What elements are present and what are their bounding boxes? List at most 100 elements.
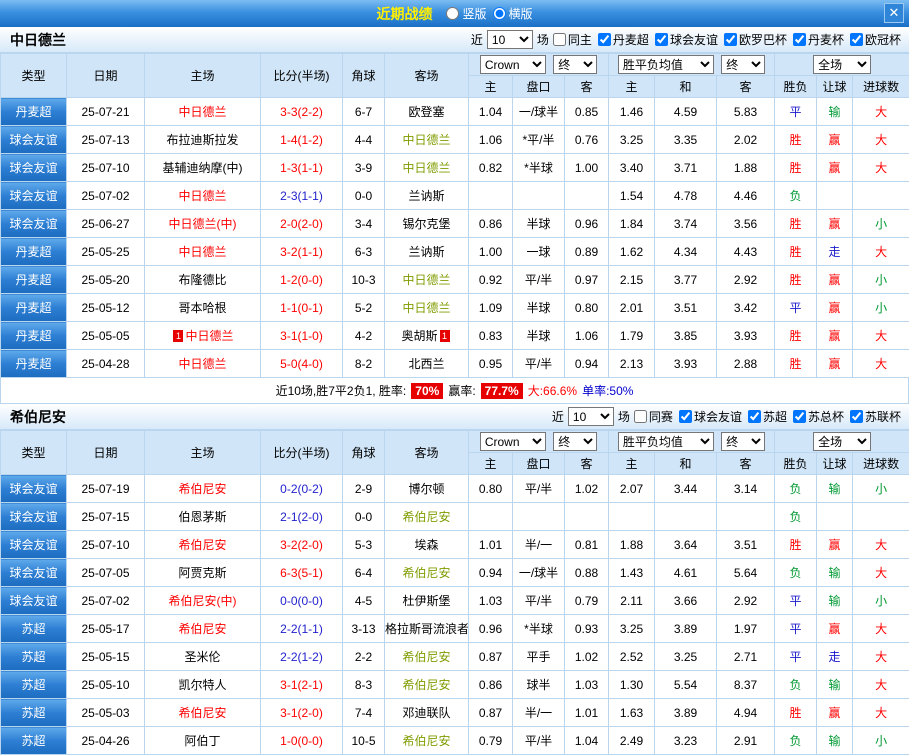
match-date: 25-05-17 (67, 615, 145, 643)
result-handicap: 赢 (817, 266, 853, 294)
odds-state-select[interactable]: 终 (553, 432, 597, 451)
handicap-line: 半球 (513, 322, 565, 350)
red-card-badge: 1 (440, 330, 450, 342)
avg-home-odds: 2.52 (609, 643, 655, 671)
layout-option-vertical[interactable]: 竖版 (446, 5, 486, 22)
league-type: 球会友谊 (1, 531, 67, 559)
filter-checkbox[interactable] (655, 33, 668, 46)
handicap-line (513, 182, 565, 210)
odds-company-select[interactable]: Crown (480, 55, 546, 74)
filter-option[interactable]: 同赛 (634, 408, 673, 425)
filter-option[interactable]: 丹麦超 (598, 31, 649, 48)
filter-checkbox[interactable] (553, 33, 566, 46)
away-team: 奥胡斯1 (385, 322, 469, 350)
horizontal-layout-radio[interactable] (493, 7, 506, 20)
filter-checkbox[interactable] (724, 33, 737, 46)
home-team: 布拉迪斯拉发 (145, 126, 261, 154)
league-type: 丹麦超 (1, 322, 67, 350)
corner-score: 5-2 (343, 294, 385, 322)
avg-home-odds: 3.25 (609, 615, 655, 643)
avg-odds-select[interactable]: 胜平负均值 (618, 55, 714, 74)
corner-score: 2-2 (343, 643, 385, 671)
odds-state-select[interactable]: 终 (553, 55, 597, 74)
league-type: 丹麦超 (1, 266, 67, 294)
avg-away-odds: 3.42 (717, 294, 775, 322)
result-goals: 小 (853, 210, 909, 238)
handicap-line: 一/球半 (513, 559, 565, 587)
result-handicap: 走 (817, 238, 853, 266)
match-row: 苏超25-04-26阿伯丁1-0(0-0)10-5希伯尼安0.79平/半1.04… (1, 727, 909, 755)
corner-score: 0-0 (343, 503, 385, 531)
home-team-name: 圣米伦 (184, 650, 220, 664)
filter-option[interactable]: 丹麦杯 (793, 31, 844, 48)
match-date: 25-05-10 (67, 671, 145, 699)
home-team: 布隆德比 (145, 266, 261, 294)
avg-odds-select[interactable]: 胜平负均值 (618, 432, 714, 451)
match-row: 苏超25-05-17希伯尼安2-2(1-1)3-13格拉斯哥流浪者0.96*半球… (1, 615, 909, 643)
corner-score: 3-4 (343, 210, 385, 238)
filter-option-label: 球会友谊 (694, 408, 742, 425)
league-type: 丹麦超 (1, 294, 67, 322)
handicap-home-odds: 0.92 (469, 266, 513, 294)
away-team: 邓迪联队 (385, 699, 469, 727)
handicap-away-odds: 0.94 (565, 350, 609, 378)
filter-checkbox[interactable] (634, 410, 647, 423)
avg-state-select[interactable]: 终 (721, 55, 765, 74)
league-type: 球会友谊 (1, 154, 67, 182)
corner-score: 10-3 (343, 266, 385, 294)
avg-away-odds: 5.83 (717, 98, 775, 126)
layout-option-horizontal[interactable]: 横版 (493, 5, 533, 22)
home-team-name: 伯恩茅斯 (178, 510, 226, 524)
handicap-away-odds: 1.06 (565, 322, 609, 350)
filter-checkbox[interactable] (850, 410, 863, 423)
scope-select[interactable]: 全场 (813, 55, 871, 74)
filter-checkbox[interactable] (793, 33, 806, 46)
team-1-results-table: 类型 日期 主场 比分(半场) 角球 客场 Crown 终 胜平负均值 终 全场 (0, 53, 909, 378)
scope-select[interactable]: 全场 (813, 432, 871, 451)
filter-option[interactable]: 苏超 (748, 408, 787, 425)
home-team-name: 布拉迪斯拉发 (166, 133, 238, 147)
filter-checkbox[interactable] (679, 410, 692, 423)
away-team-name: 北西兰 (408, 357, 444, 371)
recent-count-select[interactable]: 10 (487, 30, 533, 49)
filter-option[interactable]: 苏联杯 (850, 408, 901, 425)
handicap-away-odds: 0.88 (565, 559, 609, 587)
avg-state-select[interactable]: 终 (721, 432, 765, 451)
odds-company-select[interactable]: Crown (480, 432, 546, 451)
handicap-away-odds (565, 182, 609, 210)
away-team: 希伯尼安 (385, 671, 469, 699)
home-team-name: 哥本哈根 (178, 301, 226, 315)
corner-score: 3-13 (343, 615, 385, 643)
filter-option[interactable]: 欧罗巴杯 (724, 31, 787, 48)
team-2-filters: 近10场同赛球会友谊苏超苏总杯苏联杯 (552, 407, 903, 426)
corner-score: 5-3 (343, 531, 385, 559)
filter-option[interactable]: 欧冠杯 (850, 31, 901, 48)
filter-checkbox[interactable] (598, 33, 611, 46)
col-corner: 角球 (343, 54, 385, 98)
recent-count-select[interactable]: 10 (568, 407, 614, 426)
result-handicap (817, 503, 853, 531)
vertical-layout-radio[interactable] (446, 7, 459, 20)
corner-score: 0-0 (343, 182, 385, 210)
avg-away-odds: 2.91 (717, 727, 775, 755)
filter-checkbox[interactable] (748, 410, 761, 423)
home-team: 1中日德兰 (145, 322, 261, 350)
team-1-rows: 丹麦超25-07-21中日德兰3-3(2-2)6-7欧登塞1.04一/球半0.8… (1, 98, 909, 378)
filter-checkbox[interactable] (850, 33, 863, 46)
match-date: 25-05-20 (67, 266, 145, 294)
filter-checkbox[interactable] (793, 410, 806, 423)
filter-option[interactable]: 球会友谊 (679, 408, 742, 425)
avg-odds-group: 胜平负均值 终 (609, 431, 775, 453)
avg-draw-odds: 3.44 (655, 475, 717, 503)
team-2-name: 希伯尼安 (6, 407, 66, 427)
col-avg-away: 客 (717, 76, 775, 98)
handicap-home-odds: 0.96 (469, 615, 513, 643)
handicap-away-odds: 0.89 (565, 238, 609, 266)
filter-option[interactable]: 同主 (553, 31, 592, 48)
match-score: 5-0(4-0) (261, 350, 343, 378)
close-button[interactable]: ✕ (884, 3, 904, 23)
filter-option[interactable]: 球会友谊 (655, 31, 718, 48)
col-odds-away: 客 (565, 453, 609, 475)
filter-option[interactable]: 苏总杯 (793, 408, 844, 425)
handicap-line: 一球 (513, 238, 565, 266)
